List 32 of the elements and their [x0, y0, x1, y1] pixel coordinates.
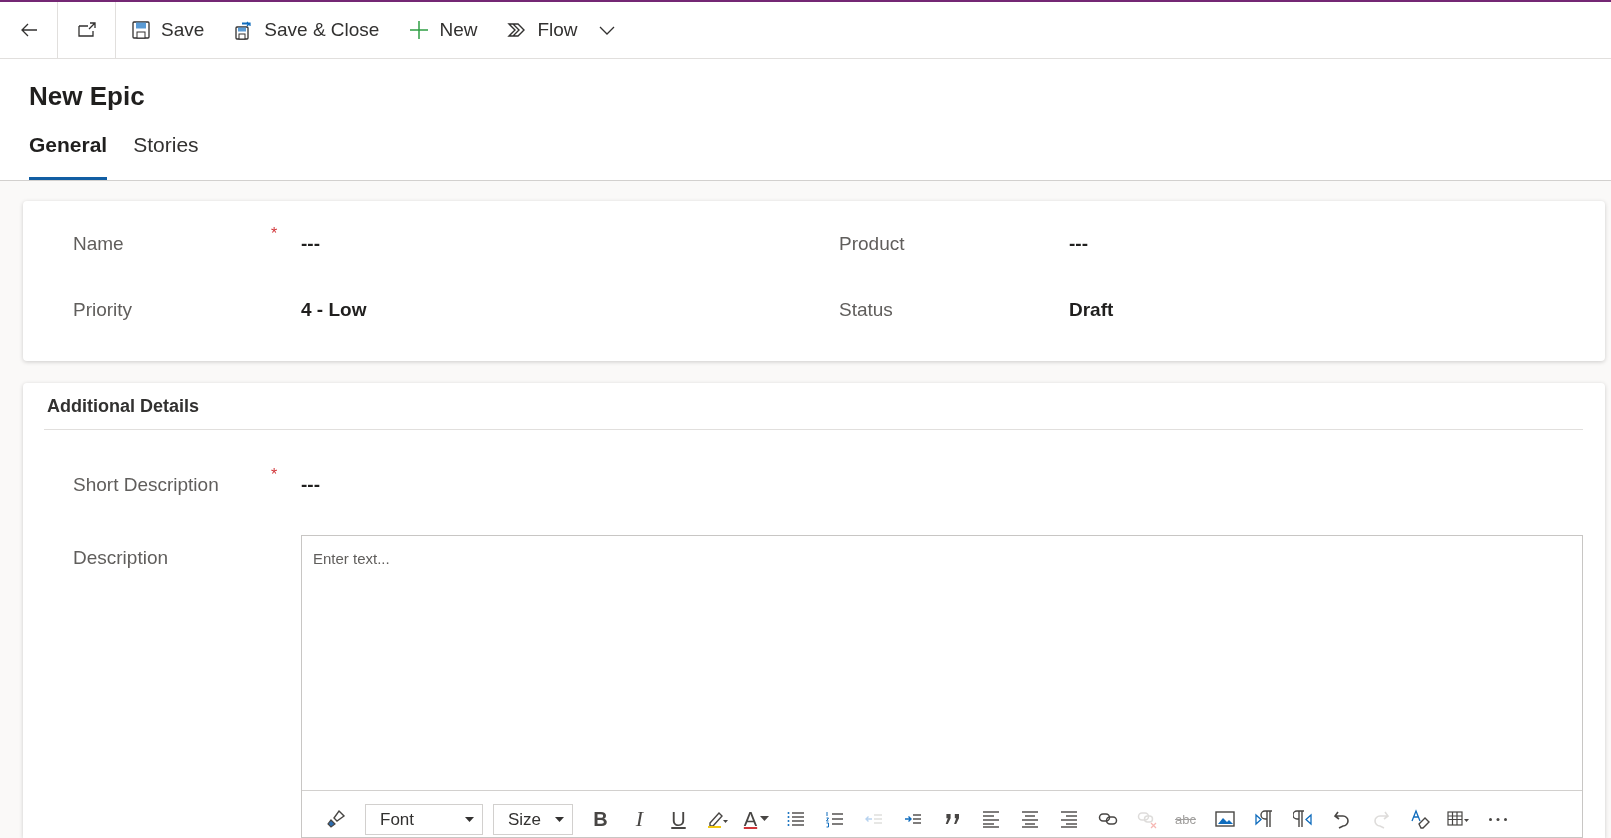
field-value[interactable]: Draft [1069, 299, 1605, 321]
field-label: Name [73, 233, 125, 255]
tab[interactable]: Stories [133, 133, 199, 180]
save-button[interactable]: Save [116, 2, 220, 58]
plus-icon [409, 20, 430, 40]
field-label: Description [73, 546, 170, 570]
save-and-close-button[interactable]: Save & Close [219, 2, 395, 58]
field-label: Product [839, 233, 906, 255]
required-asterisk: * [271, 225, 278, 243]
italic-button[interactable]: I [620, 803, 659, 835]
flow-button[interactable]: Flow [492, 2, 593, 58]
popout-icon [76, 20, 97, 40]
new-button[interactable]: New [394, 2, 493, 58]
field-value[interactable]: 4 - Low [301, 299, 839, 321]
field-label: Short Description [73, 474, 220, 496]
caret-icon [760, 816, 770, 822]
required-asterisk: * [271, 466, 278, 484]
field-value[interactable]: --- [301, 474, 1583, 496]
field-value[interactable]: --- [1069, 233, 1605, 255]
caret-icon [465, 816, 474, 823]
bold-button[interactable]: B [581, 803, 620, 835]
caret-icon [555, 816, 564, 823]
tab[interactable]: General [29, 133, 108, 180]
section-title: Additional Details [44, 383, 1583, 430]
field-label: Priority [73, 299, 134, 321]
underline-button[interactable]: U [659, 803, 698, 835]
record-title: New Epic [29, 80, 146, 113]
font-color-button[interactable]: A [737, 803, 776, 835]
field-value[interactable]: --- [301, 233, 839, 255]
dropdown[interactable]: Size [493, 804, 573, 835]
dropdown[interactable]: Font [365, 804, 483, 835]
field-label: Status [839, 299, 894, 321]
